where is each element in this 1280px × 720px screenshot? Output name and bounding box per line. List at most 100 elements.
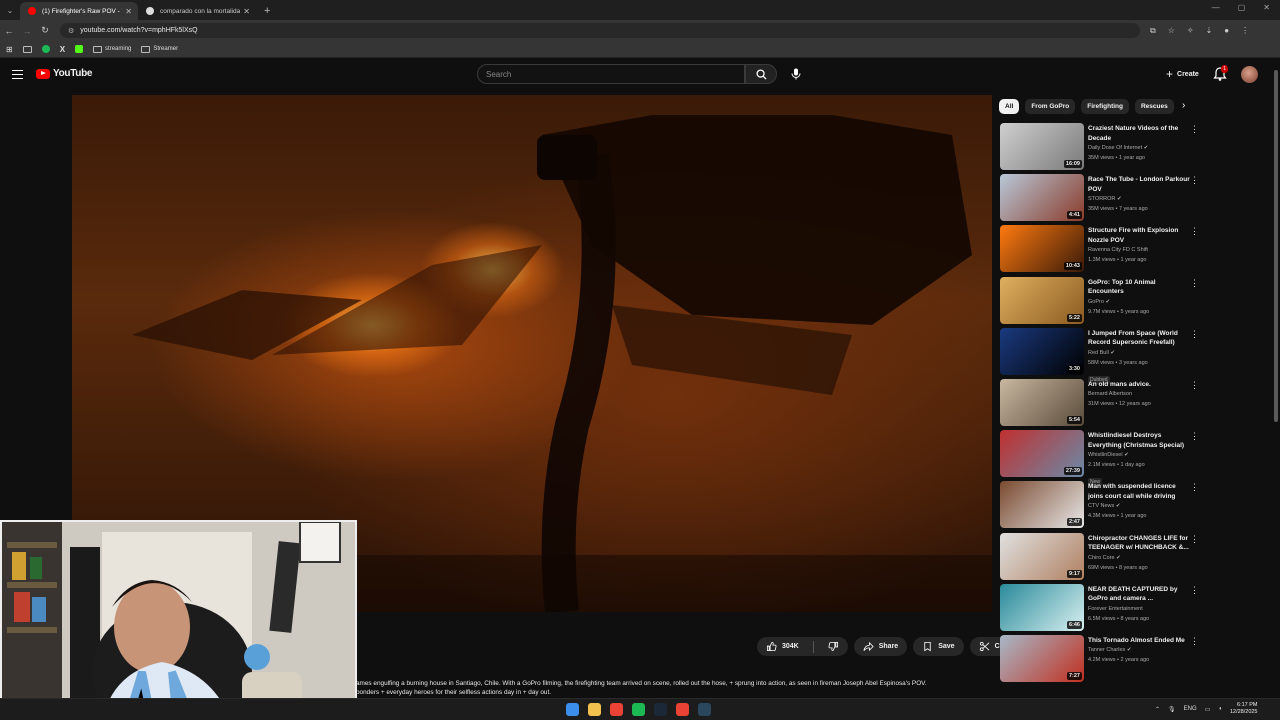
site-info-icon[interactable]: ⚙ xyxy=(68,27,74,35)
more-vert-icon[interactable]: ⋮ xyxy=(1190,380,1199,389)
video-title[interactable]: Whistlindiesel Destroys Everything (Chri… xyxy=(1088,431,1190,450)
voice-search-button[interactable] xyxy=(788,66,804,82)
maximize-icon[interactable]: ▢ xyxy=(1238,3,1246,12)
tab-google[interactable]: comparado con la mortalidad de... ✕ xyxy=(138,2,256,20)
microphone-tray-icon[interactable]: 🎙 xyxy=(1168,706,1176,713)
create-button[interactable]: + Create xyxy=(1158,65,1207,83)
page-scrollbar[interactable] xyxy=(1273,62,1279,698)
more-vert-icon[interactable]: ⋮ xyxy=(1190,432,1199,441)
channel-line[interactable]: STORROR ✔ xyxy=(1088,194,1190,204)
video-thumbnail[interactable]: 5:54 xyxy=(1000,378,1084,426)
channel-line[interactable]: Chiro Core ✔ xyxy=(1088,553,1190,563)
video-title[interactable]: Race The Tube - London Parkour POV xyxy=(1088,175,1190,194)
chip-from-gopro[interactable]: From GoPro xyxy=(1025,98,1076,114)
address-bar[interactable]: ⚙ youtube.com/watch?v=mphHFk5lXsQ xyxy=(60,23,1140,38)
user-avatar[interactable] xyxy=(1241,66,1258,83)
network-icon[interactable]: ▭ xyxy=(1205,706,1211,713)
channel-line[interactable]: Bernard Albertson xyxy=(1088,389,1190,399)
share-button[interactable]: Share xyxy=(853,637,908,656)
video-title[interactable]: Craziest Nature Videos of the Decade xyxy=(1088,124,1190,143)
install-app-icon[interactable]: ⧉ xyxy=(1150,26,1156,36)
more-vert-icon[interactable]: ⋮ xyxy=(1190,278,1199,287)
forward-icon[interactable]: → xyxy=(18,26,36,36)
recommended-video[interactable]: 10:43 Structure Fire with Explosion Nozzl… xyxy=(1000,225,1205,276)
like-button[interactable]: 304K xyxy=(757,637,808,656)
video-thumbnail[interactable]: 5:22 xyxy=(1000,276,1084,324)
channel-line[interactable]: Daily Dose Of Internet ✔ xyxy=(1088,143,1190,153)
windows-start-icon[interactable] xyxy=(566,703,579,716)
more-vert-icon[interactable]: ⋮ xyxy=(1190,585,1199,594)
bookmark-folder-streamer[interactable]: Streamer xyxy=(141,45,178,53)
close-tab-icon[interactable]: ✕ xyxy=(125,7,132,16)
language-indicator[interactable]: ENG xyxy=(1184,706,1197,712)
chevron-right-icon[interactable]: › xyxy=(1182,100,1185,111)
chevron-up-icon[interactable]: ⌃ xyxy=(1155,706,1160,713)
recommended-video[interactable]: 6:46 NEAR DEATH CAPTURED by GoPro and cam… xyxy=(1000,583,1205,635)
video-thumbnail[interactable]: 27:39 xyxy=(1000,430,1084,478)
tab-youtube[interactable]: (1) Firefighter's Raw POV - YouTube ✕ xyxy=(20,2,138,20)
channel-line[interactable]: CTV News ✔ xyxy=(1088,501,1190,511)
dislike-button[interactable] xyxy=(819,637,848,656)
profile-icon[interactable]: ● xyxy=(1224,26,1229,36)
recommended-video[interactable]: 5:54 An old mans advice. Bernard Albertson… xyxy=(1000,378,1205,430)
recommended-video[interactable]: 27:39 Whistlindiesel Destroys Everything … xyxy=(1000,430,1205,487)
recommended-video[interactable]: 16:09 Craziest Nature Videos of the Decad… xyxy=(1000,123,1205,174)
video-title[interactable]: An old mans advice. xyxy=(1088,380,1190,390)
more-vert-icon[interactable]: ⋮ xyxy=(1190,534,1199,543)
menu-icon[interactable] xyxy=(12,70,23,79)
more-vert-icon[interactable]: ⋮ xyxy=(1190,176,1199,185)
chip-firefighting[interactable]: Firefighting xyxy=(1081,98,1129,114)
video-title[interactable]: Man with suspended licence joins court c… xyxy=(1088,482,1190,501)
more-vert-icon[interactable]: ⋮ xyxy=(1190,636,1199,645)
more-vert-icon[interactable]: ⋮ xyxy=(1190,329,1199,338)
recommended-video[interactable]: 3:30 I Jumped From Space (World Record Su… xyxy=(1000,327,1205,384)
bookmark-x[interactable]: X xyxy=(60,45,65,54)
recommended-video[interactable]: 7:27 This Tornado Almost Ended Me Tanner C… xyxy=(1000,634,1205,686)
video-title[interactable]: NEAR DEATH CAPTURED by GoPro and camera … xyxy=(1088,585,1190,604)
bookmark-kick[interactable] xyxy=(75,45,84,53)
channel-line[interactable]: GoPro ✔ xyxy=(1088,297,1190,307)
reload-icon[interactable]: ↻ xyxy=(36,25,54,36)
channel-line[interactable]: Red Bull ✔ xyxy=(1088,348,1190,358)
video-thumbnail[interactable]: 4:41 xyxy=(1000,174,1084,222)
youtube-logo[interactable]: YouTube xyxy=(36,68,93,79)
more-vert-icon[interactable]: ⋮ xyxy=(1190,483,1199,492)
back-icon[interactable]: ← xyxy=(0,26,18,36)
video-thumbnail[interactable]: 2:47 xyxy=(1000,481,1084,529)
bookmark-star-icon[interactable]: ☆ xyxy=(1168,26,1175,36)
bookmark-folder-streaming[interactable]: streaming xyxy=(93,45,131,53)
video-description[interactable]: ames engulfing a burning house in Santia… xyxy=(356,679,981,698)
recommended-video[interactable]: 2:47 Man with suspended licence joins cou… xyxy=(1000,481,1205,532)
video-thumbnail[interactable]: 6:46 xyxy=(1000,583,1084,631)
chip-rescues[interactable]: Rescues xyxy=(1134,98,1174,114)
channel-line[interactable]: Ravenna City FD C Shift xyxy=(1088,245,1190,255)
channel-line[interactable]: Tanner Charles ✔ xyxy=(1088,645,1190,655)
channel-line[interactable]: Forever Entertainment xyxy=(1088,604,1190,614)
new-tab-button[interactable]: + xyxy=(256,2,278,20)
more-vert-icon[interactable]: ⋮ xyxy=(1190,125,1199,134)
video-title[interactable]: I Jumped From Space (World Record Supers… xyxy=(1088,329,1190,348)
video-thumbnail[interactable]: 10:43 xyxy=(1000,225,1084,273)
bookmark-folder[interactable] xyxy=(22,45,32,53)
chip-all[interactable]: All xyxy=(999,98,1020,114)
chrome-menu-icon[interactable]: ⋮ xyxy=(1241,26,1249,36)
minimize-icon[interactable]: — xyxy=(1212,3,1220,12)
steam-alt-icon[interactable] xyxy=(698,703,711,716)
spotify-icon[interactable] xyxy=(632,703,645,716)
search-input[interactable]: Search xyxy=(477,64,745,84)
video-thumbnail[interactable]: 9:17 xyxy=(1000,532,1084,580)
video-thumbnail[interactable]: 16:09 xyxy=(1000,123,1084,170)
recommended-video[interactable]: 9:17 Chiropractor CHANGES LIFE for TEENAG… xyxy=(1000,532,1205,584)
video-title[interactable]: This Tornado Almost Ended Me xyxy=(1088,636,1190,646)
scrollbar-thumb[interactable] xyxy=(1274,70,1278,422)
video-thumbnail[interactable]: 3:30 xyxy=(1000,327,1084,375)
chrome-icon[interactable] xyxy=(610,703,623,716)
tab-search-chevron-icon[interactable]: ⌄ xyxy=(0,2,20,20)
volume-icon[interactable]: ◖ xyxy=(1218,706,1222,712)
recommended-video[interactable]: 5:22 GoPro: Top 10 Animal Encounters GoPro… xyxy=(1000,276,1205,328)
search-button[interactable] xyxy=(745,64,777,84)
clock[interactable]: 6:17 PM 12/28/2025 xyxy=(1230,702,1258,716)
more-vert-icon[interactable]: ⋮ xyxy=(1190,227,1199,236)
save-button[interactable]: Save xyxy=(913,637,964,656)
downloads-icon[interactable]: ⇣ xyxy=(1206,26,1213,36)
